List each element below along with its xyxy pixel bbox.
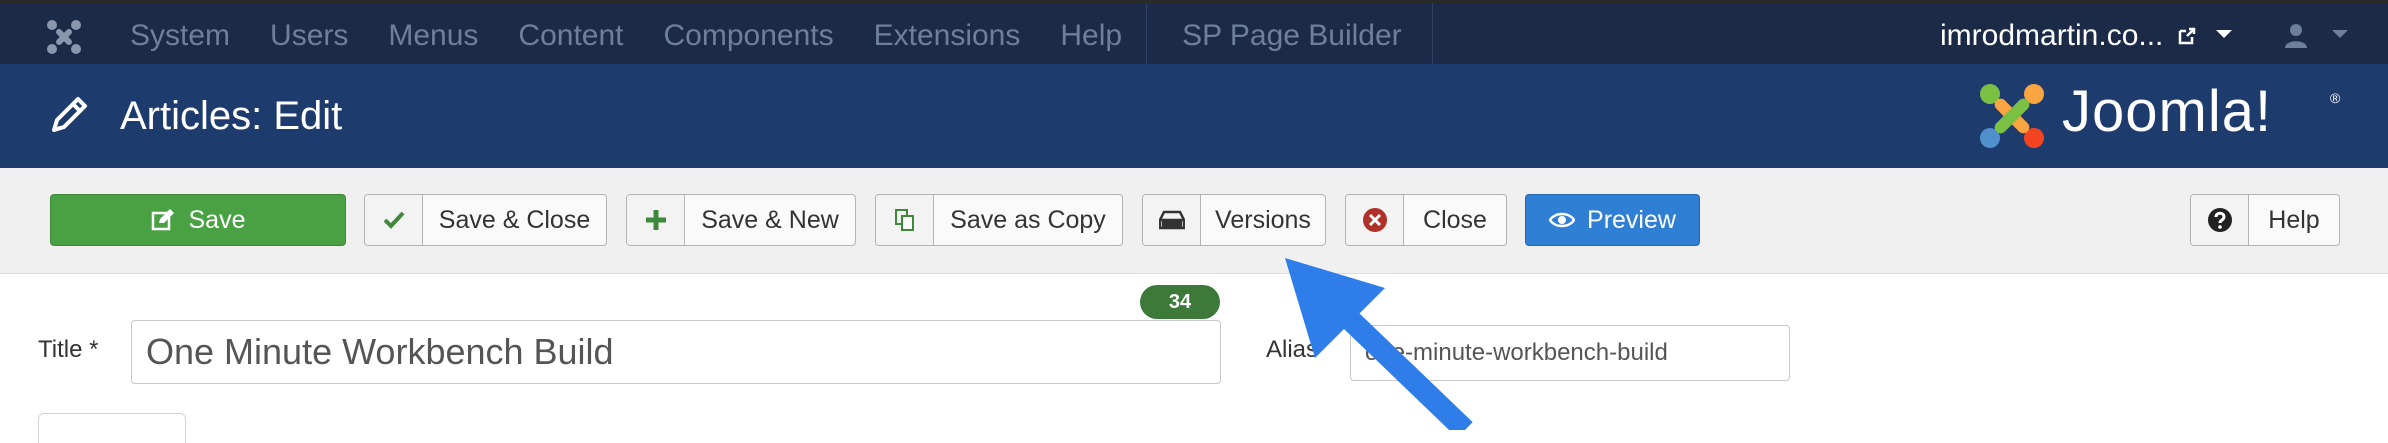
close-label: Close [1423,205,1487,234]
save-copy-label: Save as Copy [950,205,1106,234]
title-label: Title * [38,336,99,363]
menu-menus[interactable]: Menus [388,19,478,53]
preview-button[interactable]: Preview [1525,194,1700,246]
site-link[interactable]: imrodmartin.co... [1940,19,2197,53]
nav-divider [1432,3,1433,67]
menu-extensions[interactable]: Extensions [874,19,1021,53]
eye-icon [1549,212,1576,228]
save-close-label: Save & Close [438,205,591,234]
checkmark-icon [383,211,404,229]
annotation-arrow-icon [1285,258,1473,430]
save-new-icon-cell [627,195,685,245]
close-circle-icon [1362,208,1387,232]
versions-label: Versions [1215,205,1311,234]
versions-icon-cell [1143,195,1201,245]
versions-button[interactable]: Versions [1142,194,1326,246]
help-label: Help [2268,205,2320,234]
preview-button-content: Preview [1526,195,1699,245]
help-button[interactable]: Help [2190,194,2340,246]
menu-sp-page-builder[interactable]: SP Page Builder [1182,19,1402,53]
page-title: Articles: Edit [120,94,343,138]
joomla-logo-icon [1980,84,2044,148]
save-button-content: Save [51,195,345,245]
save-button[interactable]: Save [50,194,346,246]
help-icon-cell [2191,195,2249,245]
plus-icon [645,210,666,230]
question-circle-icon [2207,208,2232,232]
menu-system[interactable]: System [130,19,230,53]
admin-top-navbar: System Users Menus Content Components Ex… [0,0,2388,67]
site-name: imrodmartin.co... [1940,19,2164,52]
copy-icon [894,209,914,231]
site-dropdown-caret-icon[interactable] [2216,30,2232,38]
close-button[interactable]: Close [1345,194,1507,246]
close-icon-cell [1346,195,1404,245]
save-as-copy-button[interactable]: Save as Copy [875,194,1123,246]
article-edit-form: 34 Title * One Minute Workbench Build Al… [0,275,2388,443]
page-header: Articles: Edit Joomla! ® [0,64,2388,168]
menu-components[interactable]: Components [664,19,834,53]
content-tab[interactable] [38,413,186,443]
admin-main-menu: System Users Menus Content Components Ex… [130,19,1442,53]
title-input[interactable]: One Minute Workbench Build [131,320,1221,384]
pencil-icon [52,97,87,132]
edit-icon [151,209,174,231]
archive-icon [1158,210,1185,230]
menu-content[interactable]: Content [518,19,623,53]
menu-users[interactable]: Users [270,19,348,53]
joomla-brand-text: Joomla! [2062,79,2273,144]
joomla-menu-icon[interactable] [44,17,84,57]
save-label: Save [188,205,246,234]
toolbar: Save Save & Close Save & New Save as Cop… [0,168,2388,274]
nav-divider [1146,3,1147,67]
user-icon[interactable] [2282,21,2310,49]
save-new-button[interactable]: Save & New [626,194,856,246]
save-close-icon-cell [365,195,423,245]
preview-label: Preview [1587,205,1676,234]
registered-mark: ® [2330,90,2341,106]
save-new-label: Save & New [701,205,839,234]
user-dropdown-caret-icon[interactable] [2332,30,2348,38]
menu-help[interactable]: Help [1060,19,1122,53]
external-link-icon [2179,27,2196,45]
save-close-button[interactable]: Save & Close [364,194,607,246]
save-copy-icon-cell [876,195,934,245]
title-character-counter: 34 [1140,285,1220,319]
